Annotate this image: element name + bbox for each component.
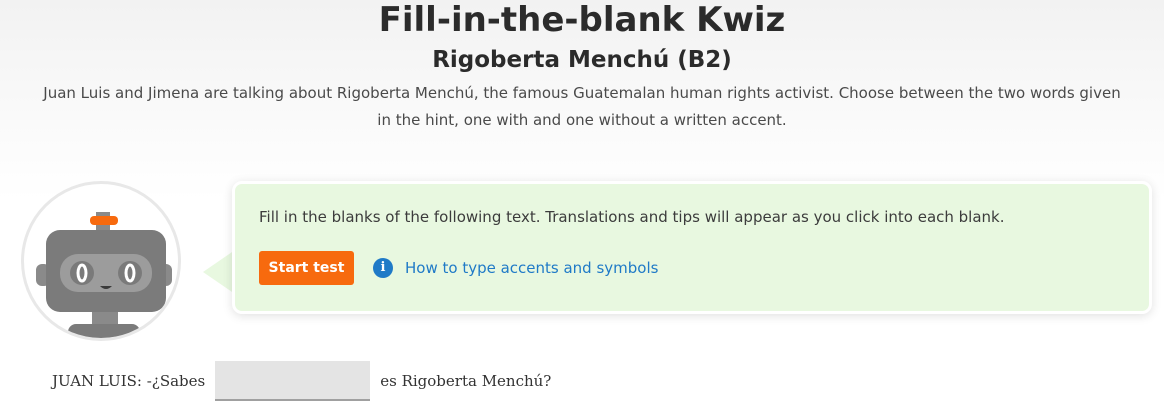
blank-input-1[interactable]	[215, 361, 371, 401]
robot-icon	[36, 212, 172, 338]
accents-help-label: How to type accents and symbols	[405, 259, 659, 277]
info-icon: i	[373, 258, 393, 278]
line-text-after: es Rigoberta Menchú?	[380, 372, 552, 390]
instructions-text: Fill in the blanks of the following text…	[259, 208, 1005, 226]
robot-avatar	[21, 181, 181, 341]
page-subtitle: Rigoberta Menchú (B2)	[432, 47, 732, 73]
intro-text: Juan Luis and Jimena are talking about R…	[43, 84, 1121, 129]
exercise-line: JUAN LUIS: -¿Sabes es Rigoberta Menchú?	[52, 360, 551, 402]
page-title: Fill-in-the-blank Kwiz	[378, 0, 786, 40]
line-text-before: JUAN LUIS: -¿Sabes	[52, 372, 206, 390]
speech-bubble-arrow	[203, 250, 235, 294]
accents-help-link[interactable]: i How to type accents and symbols	[373, 258, 658, 278]
instructions-bubble: Fill in the blanks of the following text…	[232, 181, 1152, 314]
start-test-button[interactable]: Start test	[259, 251, 354, 285]
